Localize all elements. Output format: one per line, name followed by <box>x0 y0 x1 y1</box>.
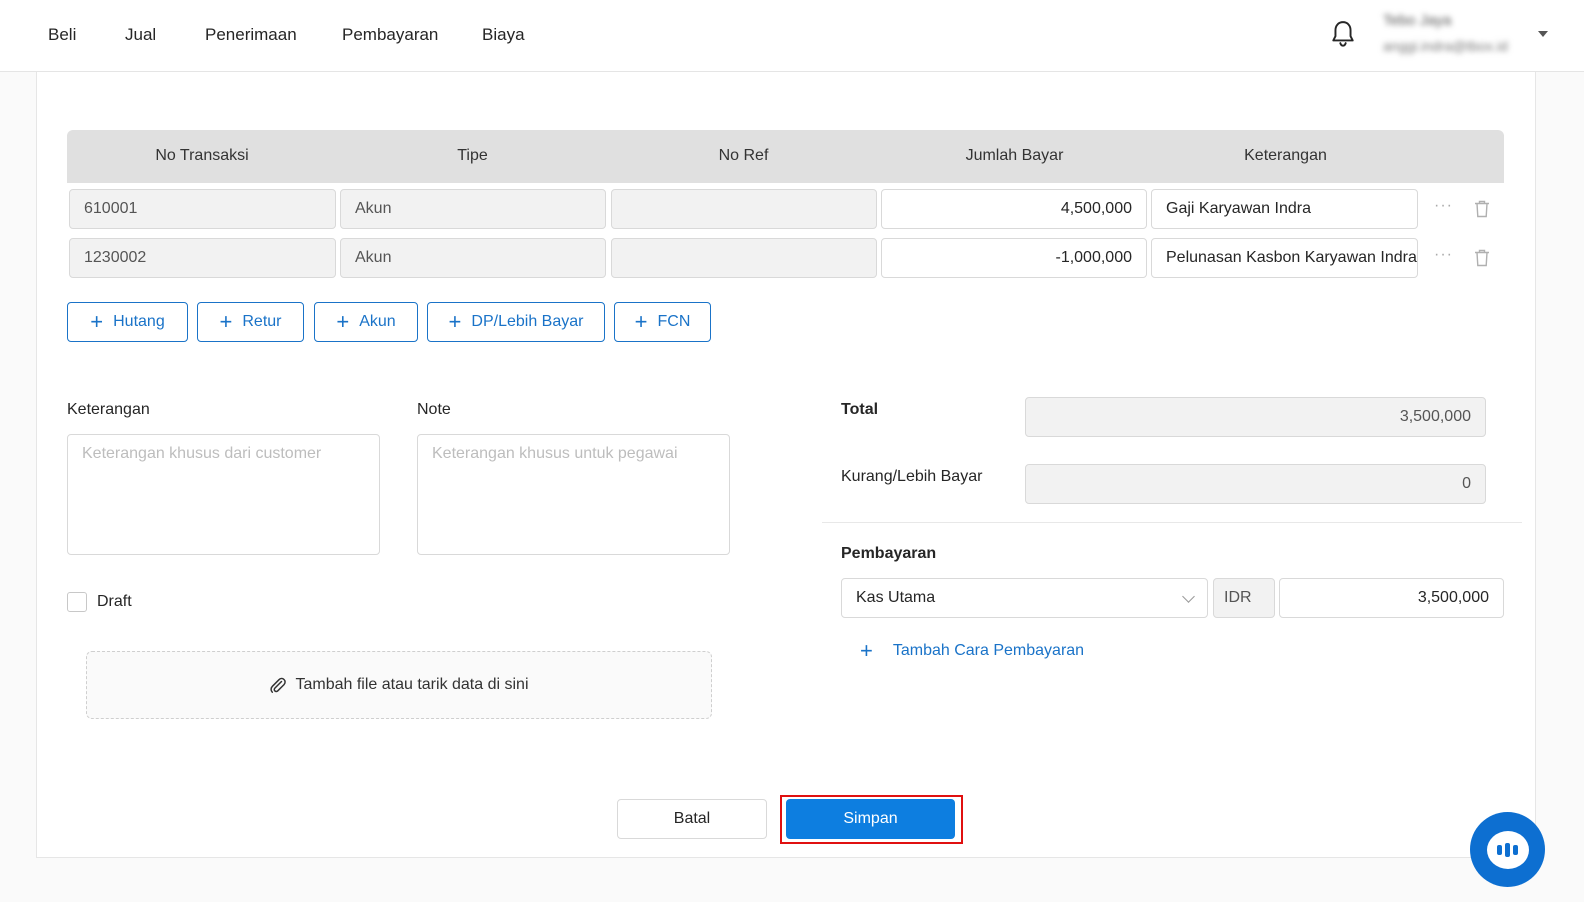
plus-icon: + <box>448 309 462 334</box>
payment-account-value: Kas Utama <box>856 589 936 606</box>
payment-amount-input[interactable]: 3,500,000 <box>1279 578 1504 618</box>
draft-checkbox[interactable] <box>67 592 87 612</box>
row2-no-ref <box>611 238 877 278</box>
nav-item-jual[interactable]: Jual <box>125 25 156 45</box>
row1-keterangan-input[interactable]: Gaji Karyawan Indra <box>1151 189 1418 229</box>
plus-icon: + <box>90 309 104 334</box>
column-header-no-transaksi: No Transaksi <box>155 147 249 164</box>
divider <box>822 522 1522 523</box>
user-name[interactable]: Tebo Jaya <box>1383 12 1451 29</box>
add-retur-label: Retur <box>242 313 282 330</box>
add-payment-method-label: Tambah Cara Pembayaran <box>892 642 1085 659</box>
add-hutang-button[interactable]: + Hutang <box>67 302 188 342</box>
row2-tipe: Akun <box>340 238 606 278</box>
note-textarea[interactable]: Keterangan khusus untuk pegawai <box>417 434 730 555</box>
paperclip-icon <box>270 677 287 693</box>
dropzone-label: Tambah file atau tarik data di sini <box>295 676 529 693</box>
chat-icon <box>1486 830 1529 869</box>
nav-item-biaya[interactable]: Biaya <box>482 25 525 45</box>
add-hutang-label: Hutang <box>113 313 165 330</box>
add-retur-button[interactable]: + Retur <box>197 302 304 342</box>
nav-item-pembayaran[interactable]: Pembayaran <box>342 25 438 45</box>
row1-no-ref <box>611 189 877 229</box>
save-button[interactable]: Simpan <box>786 799 955 839</box>
bell-icon[interactable] <box>1330 20 1356 48</box>
column-header-no-ref: No Ref <box>718 147 769 164</box>
nav-item-penerimaan[interactable]: Penerimaan <box>205 25 297 45</box>
row1-more-icon[interactable]: ··· <box>1434 197 1453 215</box>
row2-more-icon[interactable]: ··· <box>1434 246 1453 264</box>
draft-label: Draft <box>97 593 132 610</box>
add-akun-button[interactable]: + Akun <box>314 302 418 342</box>
plus-icon: + <box>860 638 873 663</box>
column-header-jumlah-bayar: Jumlah Bayar <box>965 147 1064 164</box>
total-field: 3,500,000 <box>1025 397 1486 437</box>
row2-jumlah-bayar-input[interactable]: -1,000,000 <box>881 238 1147 278</box>
cancel-button[interactable]: Batal <box>617 799 767 839</box>
top-navbar: Beli Jual Penerimaan Pembayaran Biaya Te… <box>0 0 1584 72</box>
plus-icon: + <box>336 309 350 334</box>
add-akun-label: Akun <box>359 313 396 330</box>
row2-no-transaksi: 1230002 <box>69 238 336 278</box>
row1-tipe: Akun <box>340 189 606 229</box>
caret-down-icon[interactable] <box>1538 31 1548 37</box>
currency-field: IDR <box>1213 578 1275 618</box>
row1-jumlah-bayar-input[interactable]: 4,500,000 <box>881 189 1147 229</box>
column-header-keterangan: Keterangan <box>1244 147 1327 164</box>
keterangan-label: Keterangan <box>67 401 150 418</box>
nav-item-beli[interactable]: Beli <box>48 25 76 45</box>
row2-keterangan-input[interactable]: Pelunasan Kasbon Karyawan Indra <box>1151 238 1418 278</box>
plus-icon: + <box>634 309 648 334</box>
file-dropzone[interactable]: Tambah file atau tarik data di sini <box>86 651 712 719</box>
plus-icon: + <box>219 309 233 334</box>
table-header: No Transaksi Tipe No Ref Jumlah Bayar Ke… <box>67 130 1504 183</box>
note-label: Note <box>417 401 451 418</box>
row2-trash-icon[interactable] <box>1474 249 1490 267</box>
row1-no-transaksi: 610001 <box>69 189 336 229</box>
total-label: Total <box>841 401 879 418</box>
payment-account-select[interactable]: Kas Utama <box>841 578 1208 618</box>
add-payment-method-button[interactable]: + Tambah Cara Pembayaran <box>860 640 1084 662</box>
pembayaran-label: Pembayaran <box>841 545 937 562</box>
add-fcn-label: FCN <box>657 313 691 330</box>
column-header-tipe: Tipe <box>457 147 488 164</box>
user-email[interactable]: anggi.indra@tbox.id <box>1383 38 1508 54</box>
row1-trash-icon[interactable] <box>1474 200 1490 218</box>
chevron-down-icon <box>1182 590 1195 603</box>
add-fcn-button[interactable]: + FCN <box>614 302 711 342</box>
add-dp-lebih-bayar-button[interactable]: + DP/Lebih Bayar <box>427 302 605 342</box>
kurang-lebih-bayar-label: Kurang/Lebih Bayar <box>841 468 983 485</box>
keterangan-textarea[interactable]: Keterangan khusus dari customer <box>67 434 380 555</box>
add-dp-label: DP/Lebih Bayar <box>471 313 584 330</box>
chat-widget-button[interactable] <box>1470 812 1545 887</box>
kurang-lebih-bayar-field: 0 <box>1025 464 1486 504</box>
